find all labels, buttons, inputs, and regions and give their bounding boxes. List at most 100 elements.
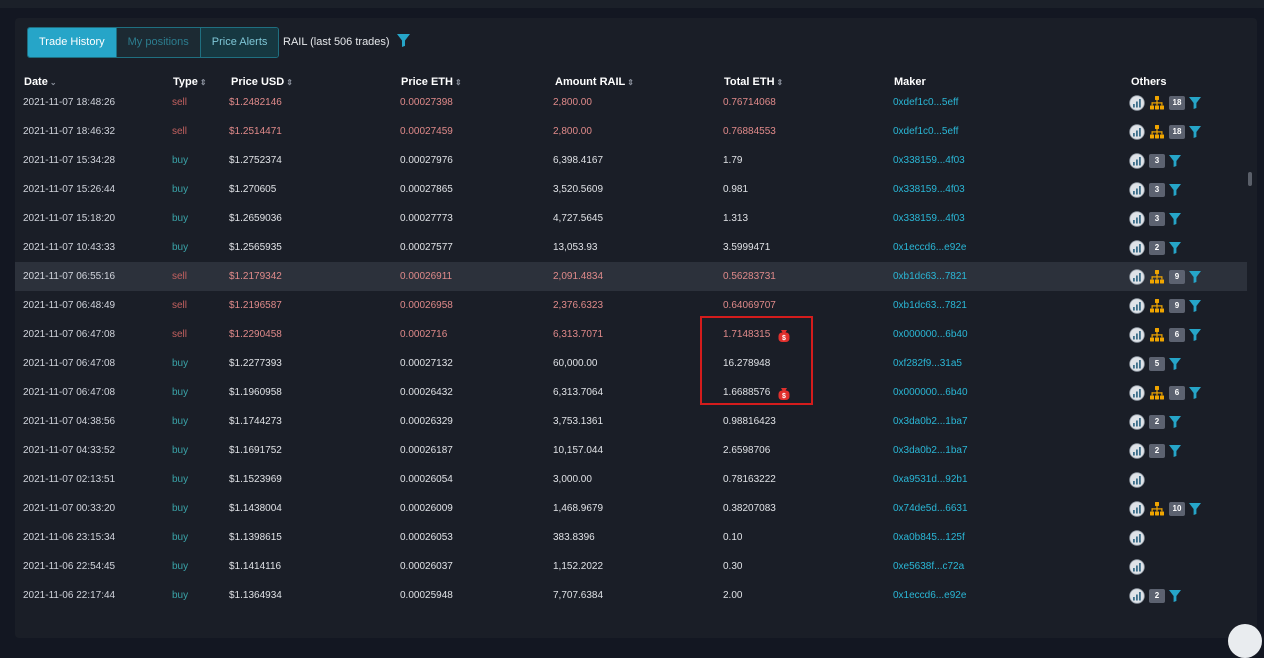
table-row[interactable]: 2021-11-07 06:47:08 sell $1.2290458 0.00027…: [15, 320, 1247, 349]
network-icon[interactable]: [1149, 95, 1165, 111]
filter-icon[interactable]: [1189, 328, 1201, 341]
table-row[interactable]: 2021-11-07 00:33:20 buy $1.1438004 0.000260…: [15, 494, 1247, 523]
cell-type: buy: [172, 474, 189, 485]
column-header-price-eth[interactable]: Price ETH ⇕: [401, 76, 462, 88]
chart-icon[interactable]: [1129, 355, 1145, 372]
column-header-type[interactable]: Type ⇕: [173, 76, 207, 88]
network-icon[interactable]: [1149, 124, 1165, 140]
table-row[interactable]: 2021-11-07 18:46:32 sell $1.2514471 0.00027…: [15, 117, 1247, 146]
column-header-total-eth[interactable]: Total ETH ⇕: [724, 76, 783, 88]
table-row[interactable]: 2021-11-07 06:47:08 buy $1.1960958 0.000264…: [15, 378, 1247, 407]
filter-icon[interactable]: [1169, 357, 1181, 370]
cell-amount-rail: 4,727.5645: [553, 213, 604, 224]
filter-icon[interactable]: [1169, 415, 1181, 428]
maker-link[interactable]: 0x1eccd6...e92e: [893, 581, 966, 610]
column-header-date[interactable]: Date ⌄: [24, 76, 57, 88]
cell-total-eth: 0.76714068: [723, 88, 776, 117]
filter-icon[interactable]: [396, 34, 413, 50]
chart-icon[interactable]: [1129, 413, 1145, 430]
chart-icon[interactable]: [1129, 529, 1145, 546]
maker-link[interactable]: 0xa0b845...125f: [893, 523, 965, 552]
table-row[interactable]: 2021-11-07 06:55:16 sell $1.2179342 0.00026…: [15, 262, 1247, 291]
scrollbar-thumb[interactable]: [1248, 172, 1252, 186]
filter-icon[interactable]: [1169, 212, 1181, 225]
maker-link[interactable]: 0xe5638f...c72a: [893, 552, 964, 581]
total-eth-value: 1.79: [723, 155, 743, 166]
network-icon[interactable]: [1149, 385, 1165, 401]
table-row[interactable]: 2021-11-07 06:47:08 buy $1.2277393 0.000271…: [15, 349, 1247, 378]
cell-date: 2021-11-07 04:38:56: [23, 416, 116, 427]
filter-icon[interactable]: [1189, 502, 1201, 515]
maker-link[interactable]: 0xdef1c0...5eff: [893, 88, 958, 117]
others-cell: 2: [1129, 407, 1181, 436]
filter-icon[interactable]: [1169, 241, 1181, 254]
maker-link[interactable]: 0x3da0b2...1ba7: [893, 436, 968, 465]
chart-icon[interactable]: [1129, 123, 1145, 140]
filter-icon[interactable]: [1169, 183, 1181, 196]
maker-link[interactable]: 0x338159...4f03: [893, 146, 965, 175]
filter-icon[interactable]: [1189, 96, 1201, 109]
filter-icon[interactable]: [1189, 270, 1201, 283]
cell-price-usd: $1.2752374: [229, 155, 282, 166]
cell-amount-rail: 383.8396: [553, 532, 595, 543]
column-header-amount-rail[interactable]: Amount RAIL ⇕: [555, 76, 634, 88]
table-row[interactable]: 2021-11-07 15:18:20 buy $1.2659036 0.000277…: [15, 204, 1247, 233]
table-row[interactable]: 2021-11-07 15:34:28 buy $1.2752374 0.000279…: [15, 146, 1247, 175]
table-row[interactable]: 2021-11-07 18:48:26 sell $1.2482146 0.00027…: [15, 88, 1247, 117]
tab-price-alerts[interactable]: Price Alerts: [200, 28, 279, 57]
chart-icon[interactable]: [1129, 442, 1145, 459]
chart-icon[interactable]: [1129, 94, 1145, 111]
filter-icon[interactable]: [1169, 444, 1181, 457]
maker-link[interactable]: 0xb1dc63...7821: [893, 262, 967, 291]
filter-icon[interactable]: [1169, 589, 1181, 602]
network-icon[interactable]: [1149, 298, 1165, 314]
table-row[interactable]: 2021-11-06 22:17:44 buy $1.1364934 0.000259…: [15, 581, 1247, 610]
table-row[interactable]: 2021-11-07 06:48:49 sell $1.2196587 0.00026…: [15, 291, 1247, 320]
maker-link[interactable]: 0x1eccd6...e92e: [893, 233, 966, 262]
chart-icon[interactable]: [1129, 384, 1145, 401]
cell-date: 2021-11-07 06:55:16: [23, 271, 116, 282]
table-row[interactable]: 2021-11-07 15:26:44 buy $1.270605 0.0002786…: [15, 175, 1247, 204]
chart-icon[interactable]: [1129, 326, 1145, 343]
cell-type: sell: [172, 97, 188, 108]
maker-link[interactable]: 0x000000...6b40: [893, 378, 968, 407]
chart-icon[interactable]: [1129, 500, 1145, 517]
chart-icon[interactable]: [1129, 181, 1145, 198]
maker-link[interactable]: 0x3da0b2...1ba7: [893, 407, 968, 436]
column-header-price-usd[interactable]: Price USD ⇕: [231, 76, 293, 88]
maker-link[interactable]: 0x338159...4f03: [893, 204, 965, 233]
network-icon[interactable]: [1149, 327, 1165, 343]
chart-icon[interactable]: [1129, 268, 1145, 285]
tab-my-positions[interactable]: My positions: [116, 28, 201, 57]
table-row[interactable]: 2021-11-07 02:13:51 buy $1.1523969 0.000260…: [15, 465, 1247, 494]
filter-icon[interactable]: [1189, 386, 1201, 399]
cell-total-eth: 0.38207083: [723, 494, 776, 523]
chart-icon[interactable]: [1129, 587, 1145, 604]
chart-icon[interactable]: [1129, 239, 1145, 256]
table-row[interactable]: 2021-11-07 04:38:56 buy $1.1744273 0.000263…: [15, 407, 1247, 436]
table-row[interactable]: 2021-11-07 10:43:33 buy $1.2565935 0.000275…: [15, 233, 1247, 262]
table-row[interactable]: 2021-11-06 22:54:45 buy $1.1414116 0.000260…: [15, 552, 1247, 581]
maker-link[interactable]: 0xa9531d...92b1: [893, 465, 968, 494]
chart-icon[interactable]: [1129, 210, 1145, 227]
tab-trade-history[interactable]: Trade History: [28, 28, 117, 57]
chart-icon[interactable]: [1129, 558, 1145, 575]
filter-icon[interactable]: [1169, 154, 1181, 167]
network-icon[interactable]: [1149, 269, 1165, 285]
maker-link[interactable]: 0xdef1c0...5eff: [893, 117, 958, 146]
filter-icon[interactable]: [1189, 299, 1201, 312]
maker-link[interactable]: 0x74de5d...6631: [893, 494, 968, 523]
chart-icon[interactable]: [1129, 297, 1145, 314]
table-row[interactable]: 2021-11-07 04:33:52 buy $1.1691752 0.000261…: [15, 436, 1247, 465]
network-icon[interactable]: [1149, 501, 1165, 517]
maker-link[interactable]: 0xf282f9...31a5: [893, 349, 962, 378]
maker-link[interactable]: 0x338159...4f03: [893, 175, 965, 204]
chart-icon[interactable]: [1129, 152, 1145, 169]
cell-type: buy: [172, 387, 189, 398]
maker-link[interactable]: 0x000000...6b40: [893, 320, 968, 349]
corner-button[interactable]: [1228, 624, 1262, 658]
chart-icon[interactable]: [1129, 471, 1145, 488]
table-row[interactable]: 2021-11-06 23:15:34 buy $1.1398615 0.000260…: [15, 523, 1247, 552]
filter-icon[interactable]: [1189, 125, 1201, 138]
maker-link[interactable]: 0xb1dc63...7821: [893, 291, 967, 320]
